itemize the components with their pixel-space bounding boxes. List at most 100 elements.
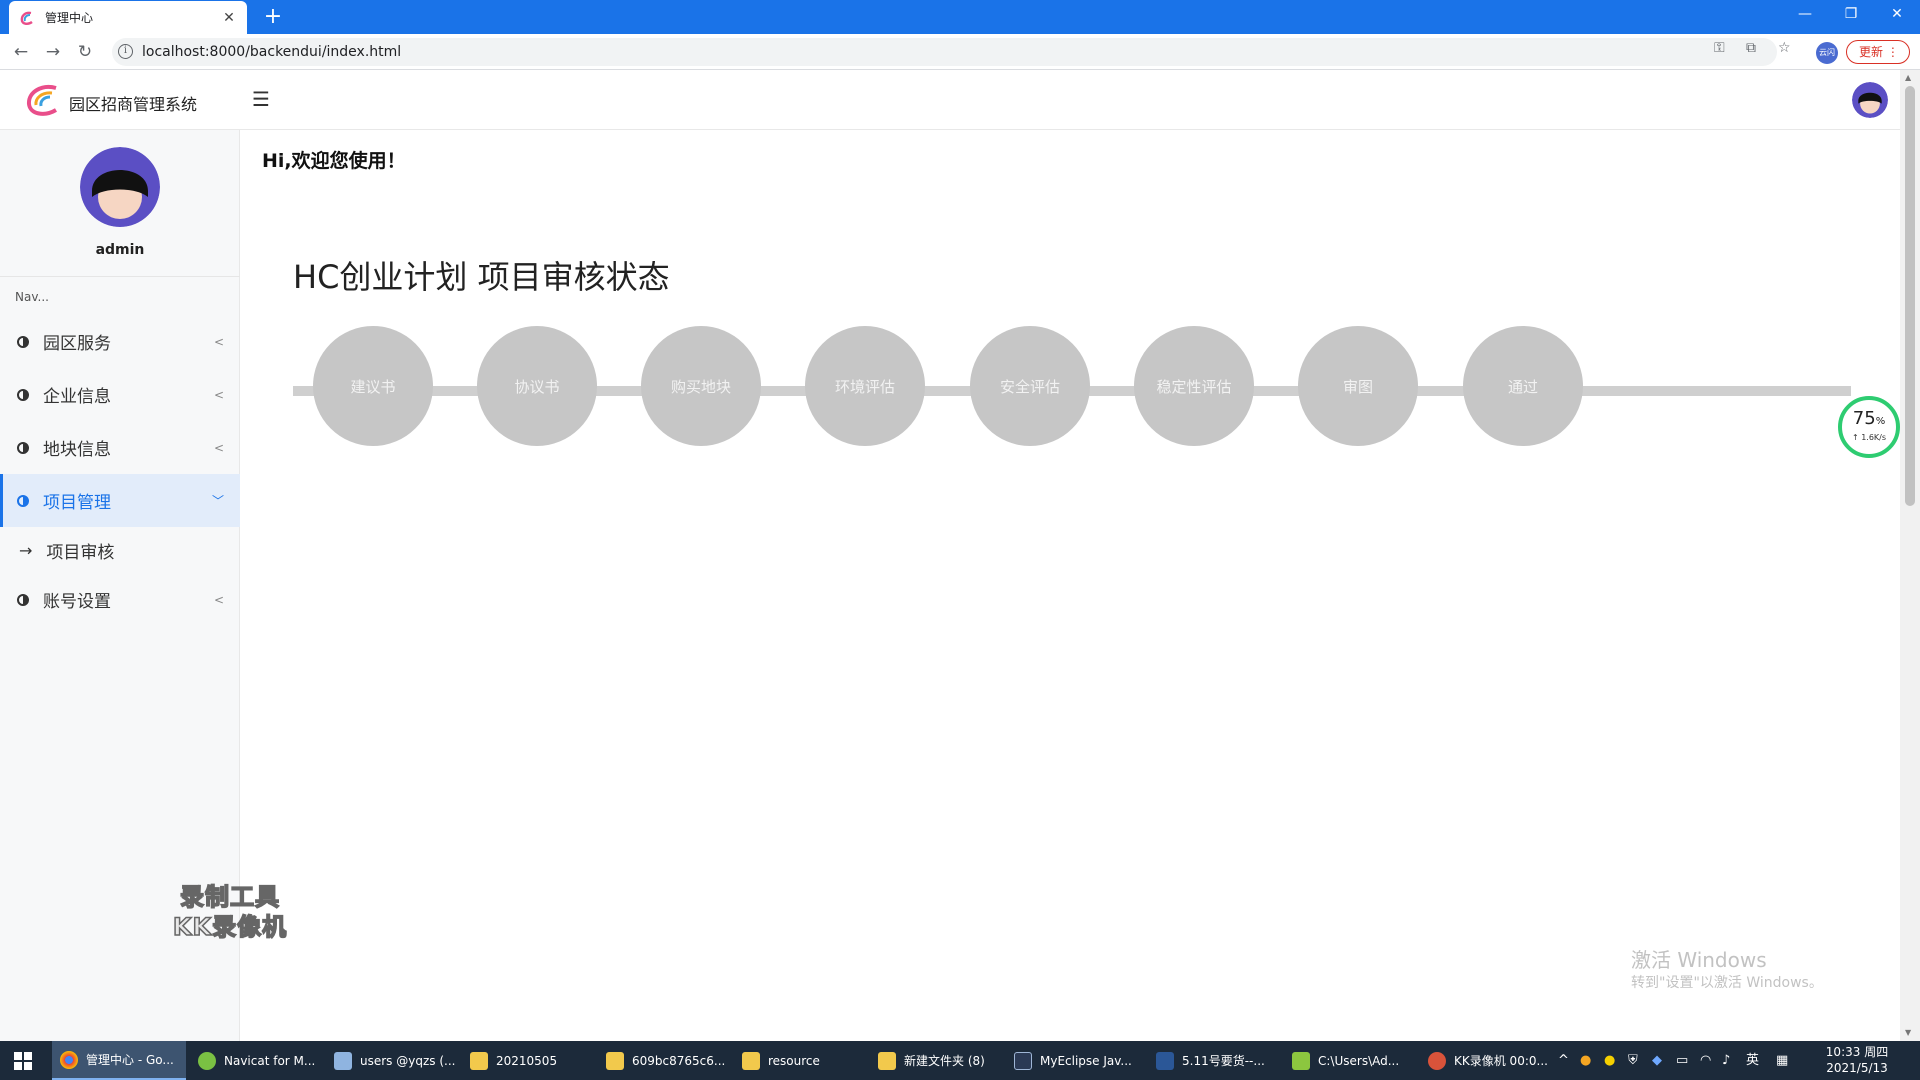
brand-name[interactable]: 园区招商管理系统: [69, 91, 197, 115]
half-circle-icon: [17, 388, 29, 401]
step-circle[interactable]: 审图: [1298, 326, 1418, 446]
menu-toggle-icon[interactable]: ☰: [252, 87, 270, 111]
speed-percent: 75: [1852, 408, 1876, 429]
sidebar-menu: 园区服务 < 企业信息 < 地块信息 < 项目管理 ﹀ → 项目审核 账号设置 …: [0, 315, 240, 626]
tray-volume-icon[interactable]: ♪: [1722, 1041, 1730, 1080]
scroll-down-icon[interactable]: ▼: [1905, 1028, 1911, 1037]
chevron-left-icon: <: [213, 440, 224, 455]
windows-activation-title: 激活 Windows: [1631, 948, 1767, 972]
taskbar-item-folder[interactable]: resource: [734, 1041, 866, 1080]
page-scrollbar[interactable]: ▲ ▼: [1900, 70, 1920, 1041]
folder-icon: [470, 1051, 488, 1070]
sidebar-item-company-info[interactable]: 企业信息 <: [0, 368, 240, 421]
update-label: 更新: [1859, 45, 1884, 59]
speed-percent-sign: %: [1875, 416, 1886, 427]
profile-avatar-icon[interactable]: 云闪: [1816, 42, 1838, 64]
taskbar-item-label: 管理中心 - Go...: [86, 1053, 174, 1067]
sidebar-item-label: 园区服务: [43, 334, 111, 354]
minimize-button[interactable]: —: [1782, 0, 1828, 30]
navicat-icon: [198, 1051, 216, 1070]
taskbar-item-kk-recorder[interactable]: KK录像机 00:0...: [1420, 1041, 1554, 1080]
tray-ime-indicator[interactable]: 英: [1746, 1041, 1759, 1080]
recorder-watermark-line: 录制工具: [179, 882, 280, 912]
taskbar-item-label: 20210505: [496, 1053, 558, 1068]
sidebar-item-project-management[interactable]: 项目管理 ﹀: [0, 474, 240, 527]
taskbar-clock[interactable]: 10:33 周四 2021/5/13: [1822, 1044, 1892, 1076]
tab-close-icon[interactable]: ✕: [221, 10, 237, 26]
clock-date: 2021/5/13: [1826, 1061, 1888, 1075]
tray-shield-icon[interactable]: ◆: [1652, 1041, 1662, 1080]
back-icon[interactable]: ←: [9, 40, 33, 64]
taskbar-item-label: users @yqzs (...: [360, 1053, 456, 1068]
tray-network-icon[interactable]: ◠: [1700, 1041, 1711, 1080]
recorder-icon: [1428, 1051, 1446, 1070]
url-omnibox[interactable]: i localhost:8000/backendui/index.html: [112, 38, 1777, 66]
step-circle[interactable]: 安全评估: [970, 326, 1090, 446]
taskbar-item-word-doc[interactable]: 5.11号要货--...: [1148, 1041, 1280, 1080]
tray-battery-icon[interactable]: ▭: [1676, 1041, 1688, 1080]
close-window-button[interactable]: ✕: [1874, 0, 1920, 30]
taskbar-item-explorer-path[interactable]: C:\Users\Ad...: [1284, 1041, 1416, 1080]
taskbar-item-users-table[interactable]: users @yqzs (...: [326, 1041, 458, 1080]
taskbar-item-label: 609bc8765c6...: [632, 1053, 726, 1068]
sidebar-item-account-settings[interactable]: 账号设置 <: [0, 573, 240, 626]
tray-app-icon[interactable]: ●: [1580, 1041, 1591, 1080]
windows-start-icon[interactable]: [14, 1052, 32, 1070]
scroll-thumb[interactable]: [1905, 86, 1915, 506]
password-key-icon[interactable]: ⚿: [1714, 40, 1725, 56]
new-tab-button[interactable]: +: [260, 4, 286, 30]
forward-icon[interactable]: →: [41, 40, 65, 64]
scroll-up-icon[interactable]: ▲: [1905, 73, 1911, 82]
tray-keyboard-icon[interactable]: ▦: [1776, 1041, 1788, 1080]
sidebar-subitem-project-review[interactable]: → 项目审核: [0, 527, 240, 573]
taskbar-item-folder[interactable]: 20210505: [462, 1041, 594, 1080]
taskbar-item-chrome[interactable]: 管理中心 - Go...: [52, 1041, 186, 1080]
taskbar-item-folder[interactable]: 609bc8765c6...: [598, 1041, 730, 1080]
restore-button[interactable]: ❐: [1828, 0, 1874, 30]
chrome-icon: [60, 1050, 78, 1069]
sidebar-item-park-service[interactable]: 园区服务 <: [0, 315, 240, 368]
welcome-text: Hi,欢迎您使用！: [262, 150, 406, 172]
tray-expand-icon[interactable]: ^: [1558, 1041, 1569, 1080]
sidebar-item-label: 企业信息: [43, 387, 111, 407]
header-avatar[interactable]: [1852, 82, 1888, 118]
sidebar-item-label: 地块信息: [43, 440, 111, 460]
update-button[interactable]: 更新 ⋮: [1846, 40, 1910, 64]
step-circle[interactable]: 稳定性评估: [1134, 326, 1254, 446]
browser-tab-bar: 管理中心 ✕ + — ❐ ✕: [0, 0, 1920, 34]
bookmark-star-icon[interactable]: ☆: [1778, 40, 1791, 56]
site-info-icon[interactable]: i: [118, 44, 133, 59]
app-favicon-icon: [20, 11, 33, 25]
reload-icon[interactable]: ↻: [73, 40, 97, 64]
taskbar-item-label: Navicat for M...: [224, 1053, 316, 1068]
half-circle-icon: [17, 494, 29, 507]
sidebar-item-land-info[interactable]: 地块信息 <: [0, 421, 240, 474]
windows-taskbar: 管理中心 - Go... Navicat for M... users @yqz…: [0, 1041, 1920, 1080]
taskbar-item-myeclipse[interactable]: MyEclipse Jav...: [1006, 1041, 1144, 1080]
taskbar-item-label: KK录像机 00:0...: [1454, 1054, 1548, 1068]
step-circle[interactable]: 环境评估: [805, 326, 925, 446]
chevron-down-icon: ﹀: [211, 494, 224, 508]
tray-app-icon[interactable]: ●: [1604, 1041, 1615, 1080]
folder-icon: [878, 1051, 896, 1070]
network-speed-widget[interactable]: 75% ↑ 1.6K/s: [1838, 396, 1900, 458]
user-avatar[interactable]: [80, 147, 160, 227]
translate-icon[interactable]: ⧉: [1746, 40, 1756, 56]
user-name: admin: [95, 242, 145, 258]
avatar-icon: [80, 147, 160, 227]
avatar-icon: [1852, 82, 1888, 118]
taskbar-item-navicat[interactable]: Navicat for M...: [190, 1041, 322, 1080]
step-circle[interactable]: 协议书: [477, 326, 597, 446]
browser-tab[interactable]: 管理中心 ✕: [9, 1, 247, 34]
windows-activation-hint: 转到"设置"以激活 Windows。: [1631, 975, 1823, 991]
step-circle[interactable]: 购买地块: [641, 326, 761, 446]
url-text[interactable]: localhost:8000/backendui/index.html: [142, 44, 401, 60]
taskbar-item-folder[interactable]: 新建文件夹 (8): [870, 1041, 1002, 1080]
taskbar-item-label: 新建文件夹 (8): [904, 1054, 985, 1068]
taskbar-item-label: C:\Users\Ad...: [1318, 1053, 1400, 1068]
step-circle[interactable]: 通过: [1463, 326, 1583, 446]
taskbar-item-label: resource: [768, 1053, 820, 1068]
tray-security-icon[interactable]: ⛨: [1628, 1041, 1638, 1080]
step-circle[interactable]: 建议书: [313, 326, 433, 446]
app-window-icon: [1292, 1051, 1310, 1070]
